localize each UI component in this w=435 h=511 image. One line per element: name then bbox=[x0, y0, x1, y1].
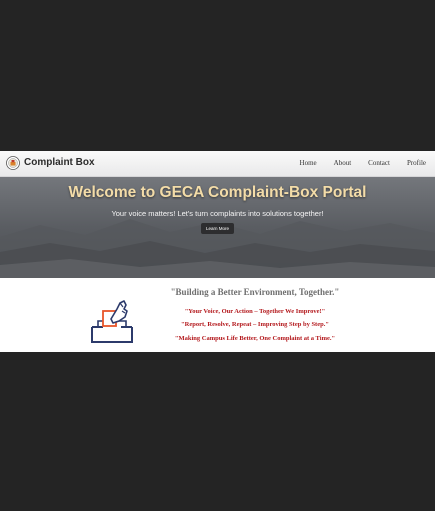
hero-subtitle: Your voice matters! Let's turn complaint… bbox=[111, 209, 324, 218]
tagline: "Building a Better Environment, Together… bbox=[170, 287, 340, 297]
screen: Complaint Box Home About Contact Profile bbox=[0, 0, 435, 511]
nav-link-home[interactable]: Home bbox=[300, 159, 317, 167]
slogan-3: "Making Campus Life Better, One Complain… bbox=[174, 335, 336, 342]
mission-section: "Building a Better Environment, Together… bbox=[0, 278, 435, 352]
slogan-1: "Your Voice, Our Action – Together We Im… bbox=[184, 308, 326, 315]
learn-more-button[interactable]: Learn More bbox=[201, 223, 234, 234]
navbar: Complaint Box Home About Contact Profile bbox=[0, 151, 435, 177]
brand-name[interactable]: Complaint Box bbox=[24, 157, 95, 168]
complaint-box-logo-icon[interactable] bbox=[6, 156, 20, 170]
nav-link-profile[interactable]: Profile bbox=[407, 159, 426, 167]
browser-page: Complaint Box Home About Contact Profile bbox=[0, 151, 435, 352]
ballot-box-hand-icon bbox=[91, 300, 133, 343]
hero-title: Welcome to GECA Complaint-Box Portal bbox=[68, 184, 367, 201]
nav-link-about[interactable]: About bbox=[334, 159, 352, 167]
hero-section: Welcome to GECA Complaint-Box Portal You… bbox=[0, 177, 435, 278]
nav-links: Home About Contact Profile bbox=[300, 159, 426, 167]
nav-link-contact[interactable]: Contact bbox=[368, 159, 390, 167]
slogan-2: "Report, Resolve, Repeat – Improving Ste… bbox=[181, 321, 329, 328]
